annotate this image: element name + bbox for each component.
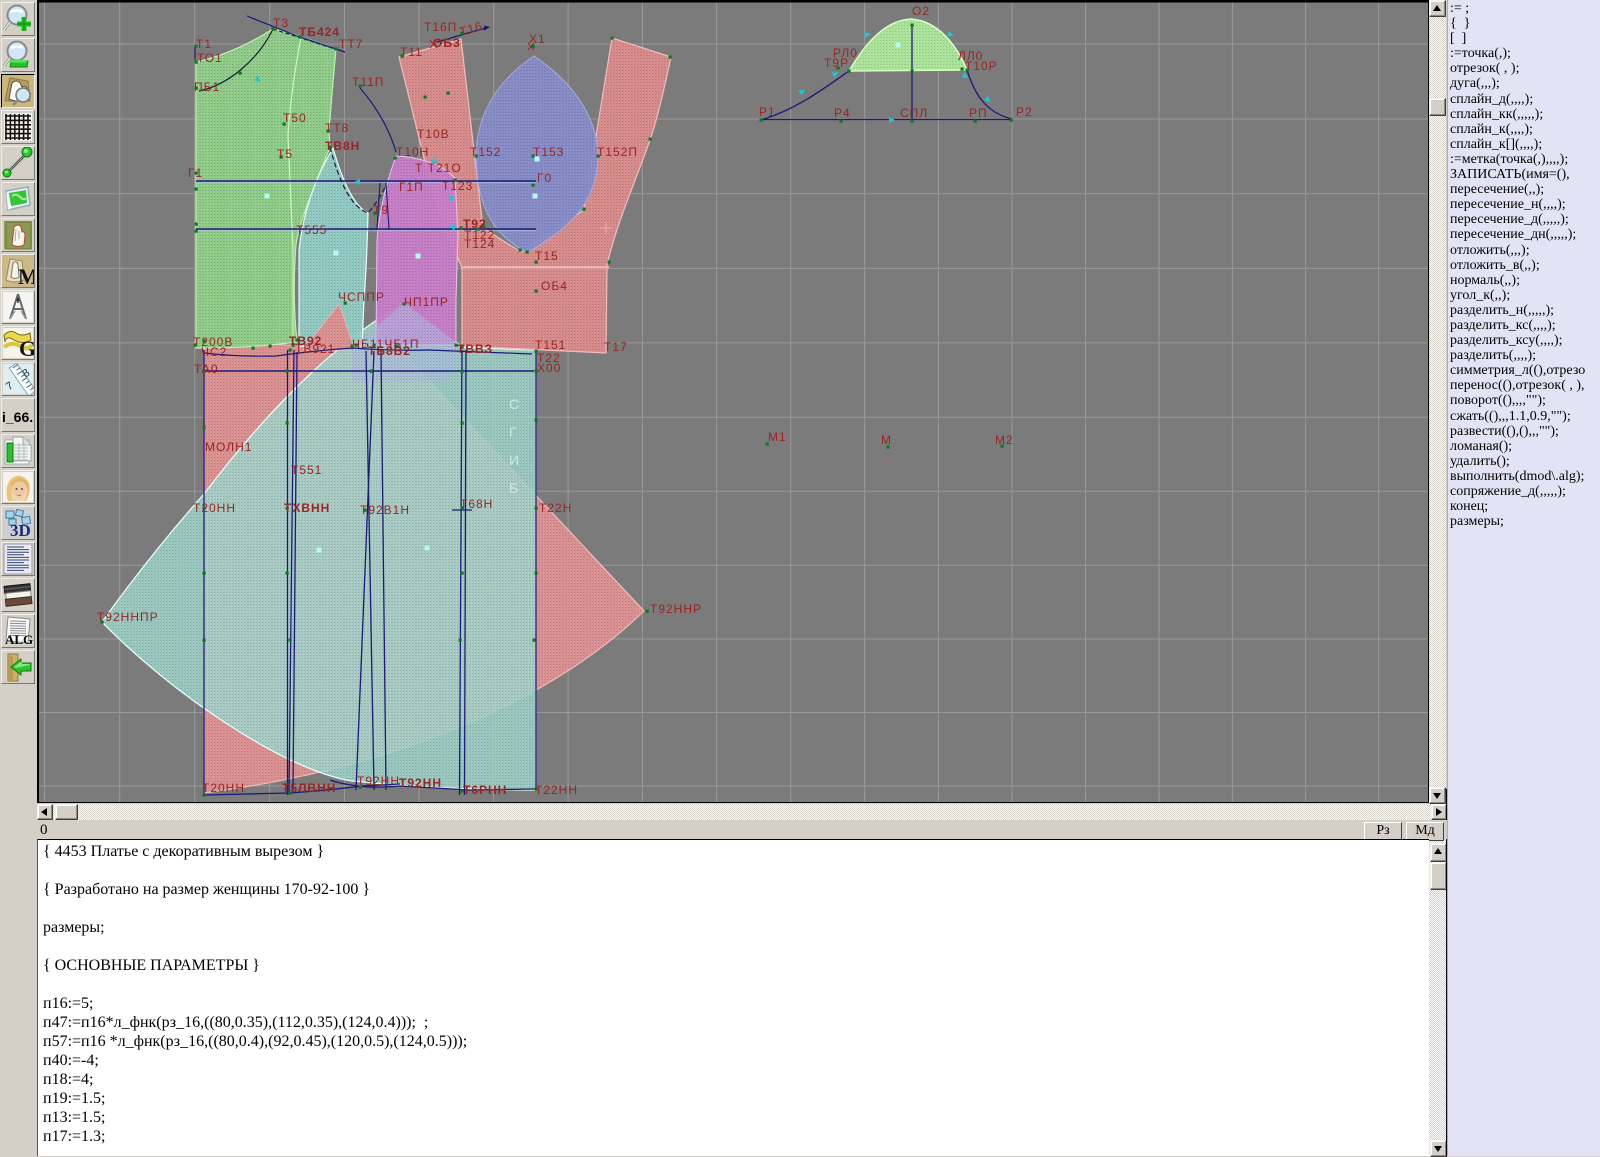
svg-text:Г1: Г1 [188,166,203,180]
svg-text:3D: 3D [10,521,31,539]
svg-text:И: И [509,452,519,468]
svg-text:М: М [881,433,892,447]
svg-text:Т92ННР: Т92ННР [650,602,702,616]
svg-text:ЧП1ПР: ЧП1ПР [404,295,449,309]
svg-text:Т20НН: Т20НН [193,501,236,515]
svg-text:Т10Р: Т10Р [965,59,998,73]
svg-text:ТВ8Н: ТВ8Н [325,139,360,153]
svg-text:Т11П: Т11П [352,75,384,89]
svg-text:ALG: ALG [5,632,33,647]
svg-text:Т50: Т50 [283,111,307,125]
svg-text:Р2: Р2 [1016,105,1033,119]
svg-text:G: G [19,336,34,359]
svg-text:Т9Р: Т9Р [824,56,849,70]
svg-text:РП: РП [969,106,988,120]
svg-text:Т92ННПР: Т92ННПР [97,610,159,624]
svg-text:Т6РНН: Т6РНН [463,783,507,797]
svg-text:Х1: Х1 [529,32,546,46]
svg-text:СПЛ: СПЛ [900,106,928,120]
svg-text:Т Т21О: Т Т21О [415,161,462,175]
svg-text:Г0: Г0 [537,171,552,185]
svg-text:Т9: Т9 [373,203,389,217]
svg-text:Т20НН: Т20НН [202,781,245,795]
svg-text:Т152: Т152 [470,145,501,159]
svg-text:М1: М1 [768,430,787,444]
svg-text:Т151: Т151 [535,338,566,352]
svg-text:С: С [509,396,519,412]
svg-text:Р4: Р4 [834,106,851,120]
svg-text:Т124: Т124 [464,237,495,251]
svg-text:ТТ8: ТТ8 [325,121,349,135]
svg-text:ТХВНН: ТХВНН [284,501,330,515]
svg-text:ТБ8В2: ТБ8В2 [368,344,411,358]
svg-text:Г: Г [509,424,517,440]
svg-text:Т123: Т123 [442,179,473,193]
svg-text:ТТ7: ТТ7 [339,37,363,51]
svg-text:Х00: Х00 [537,361,561,375]
svg-text:Т22НН: Т22НН [535,783,578,797]
svg-text:Т3: Т3 [273,16,289,30]
svg-text:Т5: Т5 [277,147,293,161]
svg-text:Т10В: Т10В [417,127,450,141]
svg-text:ОБ4: ОБ4 [541,279,568,293]
svg-text:Т92НН: Т92НН [399,776,442,790]
svg-text:МОЛН1: МОЛН1 [205,440,252,454]
svg-text:Т92НН: Т92НН [357,774,400,788]
svg-text:Т555: Т555 [296,223,327,237]
svg-text:Т10Н: Т10Н [396,145,429,159]
svg-text:M: M [18,264,34,287]
svg-text:ТБ424: ТБ424 [299,25,340,39]
svg-text:Р1: Р1 [759,105,776,119]
svg-text:Т1: Т1 [196,37,212,51]
svg-text:Т5ЛВНН: Т5ЛВНН [282,781,336,795]
svg-text:ТВ921: ТВ921 [295,342,335,356]
svg-text:ТВВЗ: ТВВЗ [457,342,493,356]
svg-text:Т11: Т11 [400,45,423,59]
svg-text:ЧС2: ЧС2 [201,345,227,359]
svg-text:ТО1: ТО1 [197,51,223,65]
svg-text:Т15: Т15 [535,249,559,263]
svg-text:Т152П: Т152П [597,145,638,159]
svg-text:Т551: Т551 [291,463,322,477]
svg-text:ПБ1: ПБ1 [194,80,220,94]
svg-text:О2: О2 [912,4,930,18]
svg-text:ТА0: ТА0 [194,362,219,376]
svg-text:Т68Н: Т68Н [460,497,493,511]
svg-text:Г1П: Г1П [399,180,424,194]
svg-text:i_66.: i_66. [2,409,33,425]
svg-text:ЧСППР: ЧСППР [338,290,385,304]
svg-text:ОБ3: ОБ3 [433,36,461,50]
svg-text:М2: М2 [995,433,1014,447]
svg-text:Б: Б [509,480,518,496]
svg-text:Т92В1Н: Т92В1Н [360,503,410,517]
svg-text:Т22Н: Т22Н [539,501,572,515]
svg-text:Т153: Т153 [533,145,564,159]
svg-text:Т16П: Т16П [424,20,457,34]
svg-text:Т17: Т17 [604,340,628,354]
